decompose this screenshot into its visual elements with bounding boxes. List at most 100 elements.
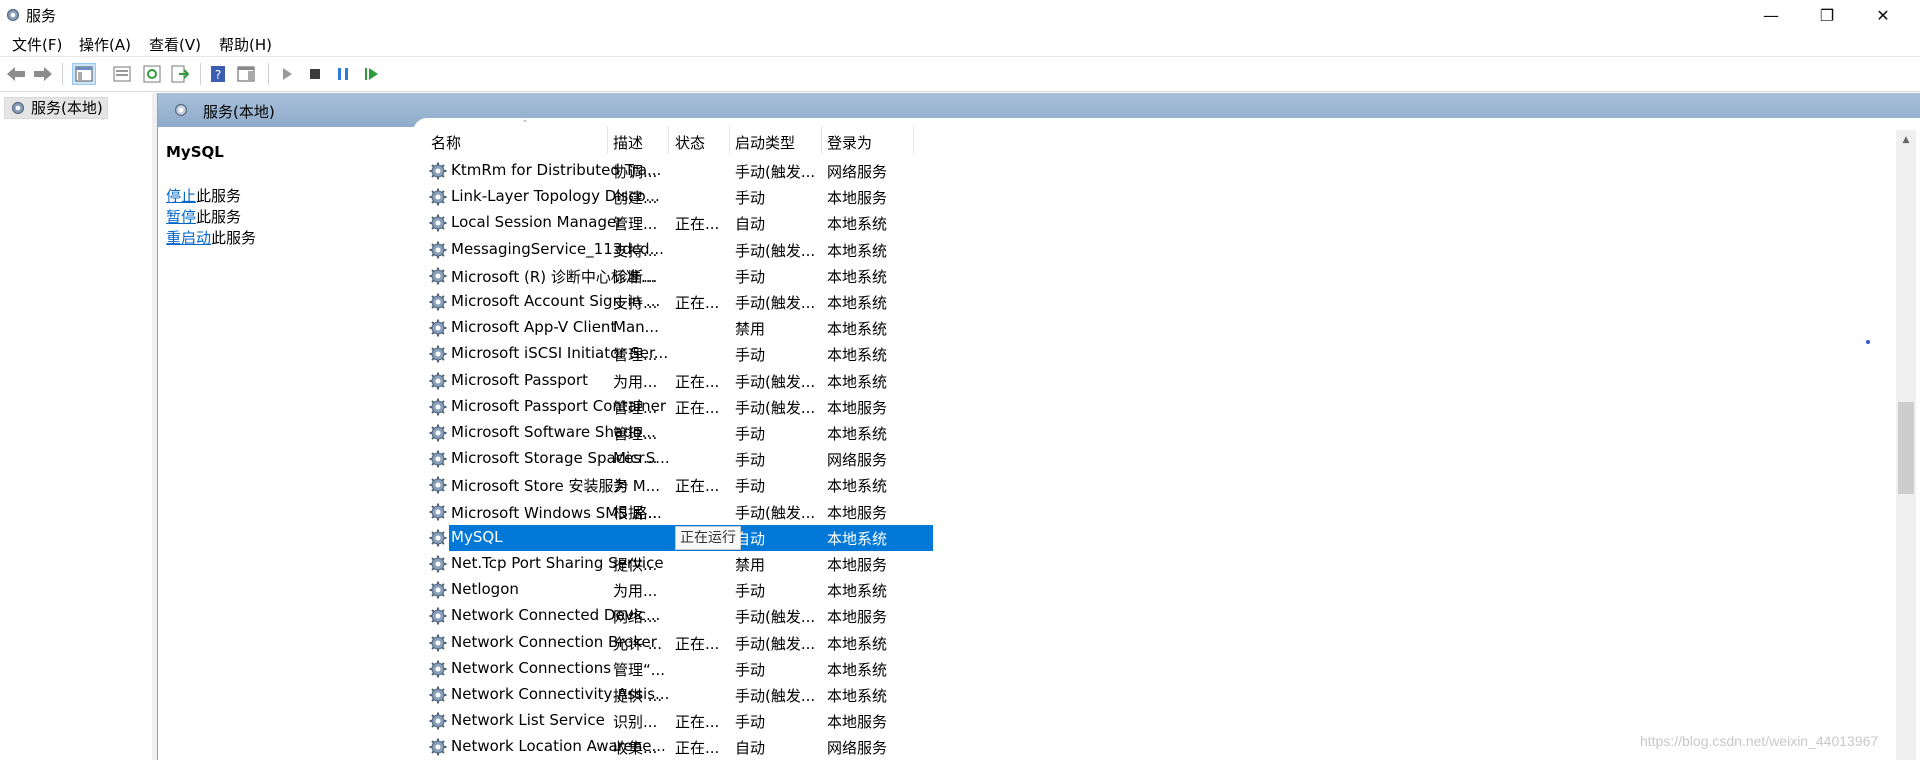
show-action-pane-icon: [237, 66, 255, 82]
pause-service-button[interactable]: [331, 63, 355, 85]
cell-name: Netlogon: [451, 580, 519, 599]
cell-name: Network Connections: [451, 658, 612, 677]
pause-service-link[interactable]: 暂停: [166, 208, 196, 226]
table-row[interactable]: Microsoft Passport 为用... 正在... 手动(触发... 本地系统: [413, 368, 933, 394]
column-divider[interactable]: [668, 126, 669, 154]
service-gear-icon: [428, 292, 448, 312]
cell-log-on-as: 本地系统: [827, 582, 888, 601]
cell-startup-type: 手动: [735, 189, 766, 208]
cell-log-on-as: 网络服务: [827, 163, 888, 181]
table-row[interactable]: Network Connected Devic... 网络... 手动(触发... 本…: [413, 603, 933, 629]
show-hide-console-tree-button[interactable]: [72, 63, 96, 85]
cell-name: MySQL: [451, 527, 503, 546]
cell-log-on-as: 本地系统: [827, 320, 888, 339]
minimize-button[interactable]: —: [1748, 0, 1794, 30]
restart-service-link[interactable]: 重启动: [166, 229, 211, 247]
menu-action[interactable]: 操作(A): [79, 34, 131, 55]
table-row[interactable]: Network Connectivity Assis... 提供 ... 手动(触发…: [413, 682, 933, 708]
table-row[interactable]: Microsoft Account Sign-in ... 支持... 正在... 手…: [413, 289, 933, 315]
forward-button[interactable]: [31, 63, 55, 85]
help-button[interactable]: ?: [206, 63, 230, 85]
toolbar-separator: [62, 63, 63, 85]
refresh-button[interactable]: [140, 63, 164, 85]
vertical-scrollbar[interactable]: ▲: [1896, 130, 1916, 760]
table-row[interactable]: Microsoft Software Shado... 管理... 手动 本地系统: [413, 420, 933, 446]
menu-file[interactable]: 文件(F): [12, 34, 62, 55]
action-suffix: 此服务: [211, 229, 257, 247]
cell-startup-type: 手动: [735, 425, 766, 443]
column-header-status[interactable]: 状态: [675, 132, 705, 153]
window-title: 服务: [26, 7, 57, 25]
table-row[interactable]: Network Connection Broker 允许 ... 正在... 手动(触…: [413, 630, 933, 656]
column-header-startup-type[interactable]: 启动类型: [735, 132, 795, 153]
cell-startup-type: 手动(触发...: [735, 294, 816, 312]
cell-description: 协调...: [613, 163, 658, 181]
column-header-description[interactable]: 描述: [613, 132, 643, 153]
menu-help[interactable]: 帮助(H): [219, 34, 272, 55]
cell-startup-type: 手动: [735, 582, 766, 601]
scrollbar-thumb[interactable]: [1898, 402, 1914, 494]
export-list-button[interactable]: [168, 63, 192, 85]
refresh-icon: [143, 65, 161, 83]
table-row[interactable]: Net.Tcp Port Sharing Service 提供... 禁用 本地服务: [413, 551, 933, 577]
services-gear-icon: [6, 8, 20, 22]
cell-log-on-as: 本地系统: [827, 267, 888, 286]
restore-button[interactable]: ❐: [1804, 0, 1850, 30]
service-gear-icon: [428, 344, 448, 364]
service-gear-icon: [428, 737, 448, 757]
back-button[interactable]: [4, 63, 28, 85]
menu-bar: 文件(F) 操作(A) 查看(V) 帮助(H): [0, 30, 1920, 57]
cell-description: 为用...: [613, 372, 658, 391]
column-header-log-on-as[interactable]: 登录为: [827, 132, 872, 153]
table-row[interactable]: KtmRm for Distributed Tra... 协调... 手动(触发..…: [413, 158, 933, 184]
table-row[interactable]: Microsoft iSCSI Initiator Ser... 管理... 手动本…: [413, 341, 933, 367]
close-icon: ✕: [1876, 5, 1890, 25]
table-row[interactable]: Microsoft Windows SMS 路... 根据... 手动(触发... 本…: [413, 499, 933, 525]
properties-icon: [113, 66, 131, 82]
stop-service-action: 停止此服务: [166, 185, 241, 206]
table-row[interactable]: Microsoft App-V Client Man... 禁用 本地系统: [413, 315, 933, 341]
table-row[interactable]: Netlogon 为用... 手动 本地系统: [413, 577, 933, 603]
service-gear-icon: [428, 240, 448, 260]
start-service-button[interactable]: [275, 63, 299, 85]
service-gear-icon: [428, 266, 448, 286]
menu-view[interactable]: 查看(V): [149, 34, 201, 55]
export-list-icon: [171, 65, 189, 83]
table-row[interactable]: Local Session Manager 管理... 正在... 自动 本地系统: [413, 210, 933, 236]
table-row-selected[interactable]: MySQL 正在运行 自动 本地系统: [413, 524, 933, 551]
table-row[interactable]: Microsoft Passport Container 管理... 正在... 手动…: [413, 394, 933, 420]
selected-service-title: MySQL: [166, 143, 224, 161]
main-header-title: 服务(本地): [203, 103, 275, 121]
properties-button[interactable]: [110, 63, 134, 85]
column-divider[interactable]: [821, 126, 822, 154]
stop-service-link[interactable]: 停止: [166, 187, 196, 205]
table-row[interactable]: Network Location Awarene... 收集... 正在... 自动网…: [413, 734, 933, 760]
cell-status: 正在...: [675, 294, 720, 312]
table-row[interactable]: Microsoft Store 安装服务为 M... 正在... 手动 本地系统: [413, 472, 933, 498]
close-button[interactable]: ✕: [1860, 0, 1906, 30]
table-row[interactable]: Microsoft Storage Spaces S... Micr... 手动 网络…: [413, 446, 933, 472]
cell-startup-type: 禁用: [735, 320, 766, 339]
cell-description: 允许 ...: [613, 634, 663, 653]
table-row[interactable]: Link-Layer Topology Disco... 创建... 手动 本地服务: [413, 184, 933, 210]
cell-status: 正在...: [675, 713, 720, 732]
cell-startup-type: 手动(触发...: [735, 687, 816, 705]
table-row[interactable]: Network Connections 管理“... 手动 本地系统: [413, 656, 933, 682]
table-row[interactable]: Network List Service 识别... 正在... 手动 本地服务: [413, 708, 933, 734]
restart-service-button[interactable]: [360, 63, 384, 85]
show-action-pane-button[interactable]: [234, 63, 258, 85]
scroll-up-icon[interactable]: ▲: [1896, 130, 1916, 150]
table-row[interactable]: MessagingService_113dcd... 支持... 手动(触发... 本…: [413, 237, 933, 263]
service-gear-icon: [428, 580, 448, 600]
tree-node-services-local[interactable]: 服务(本地): [4, 97, 108, 119]
column-divider[interactable]: [913, 126, 914, 154]
cell-status: 正在...: [675, 739, 720, 758]
column-divider[interactable]: [729, 126, 730, 154]
column-divider[interactable]: [607, 126, 608, 154]
table-row[interactable]: Microsoft (R) 诊断中心标准... 诊断... 手动 本地系统: [413, 263, 933, 289]
main-pane: 服务(本地) MySQL 停止此服务 暂停此服务 重启动此服务 ˄ 名称 描述 …: [157, 93, 1920, 760]
service-gear-icon: [428, 423, 448, 443]
column-header-name[interactable]: 名称: [431, 132, 461, 153]
service-gear-icon: [428, 528, 448, 548]
stop-service-button[interactable]: [303, 63, 327, 85]
